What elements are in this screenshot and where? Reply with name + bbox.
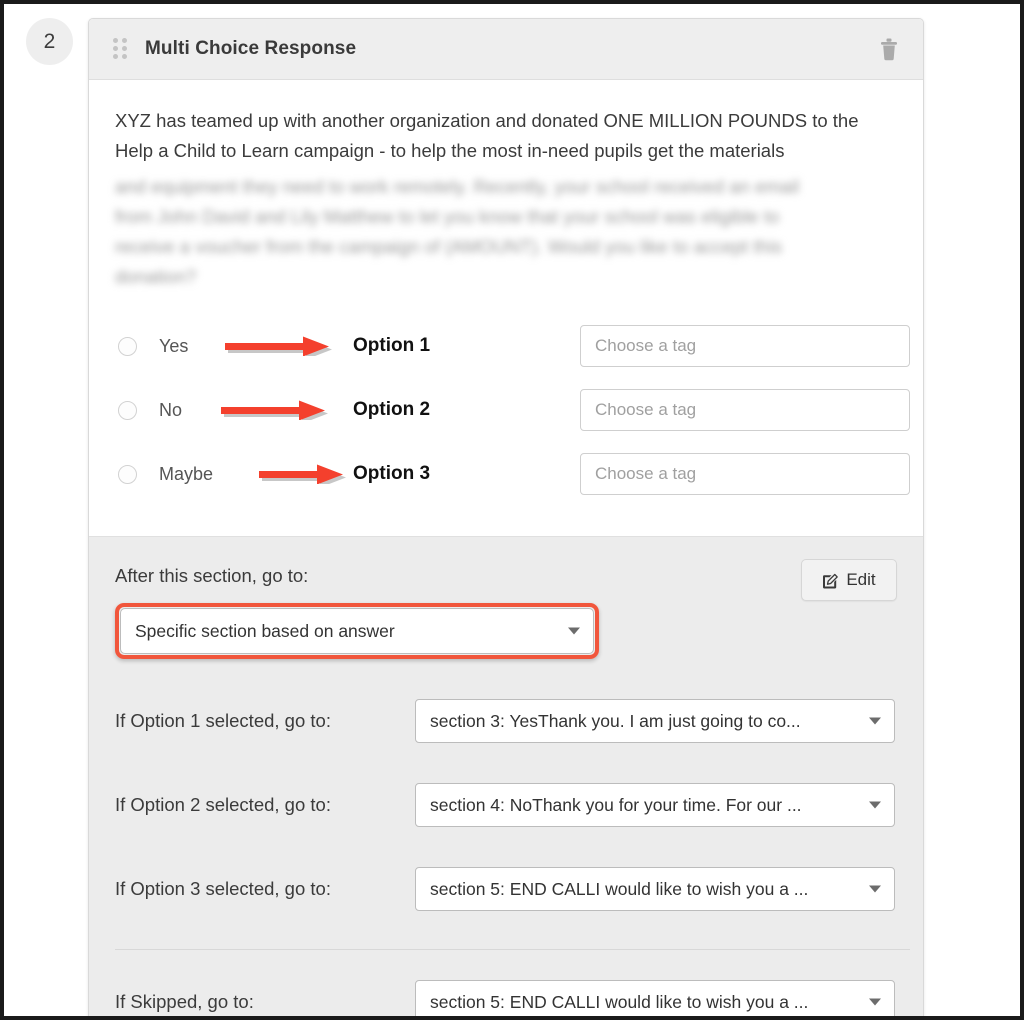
option-label-3: Maybe xyxy=(159,463,214,484)
radio-option-2[interactable] xyxy=(118,400,137,420)
condition-row-3: If Option 3 selected, go to: section 5: … xyxy=(115,867,897,911)
edit-button-label: Edit xyxy=(846,570,876,589)
chevron-down-icon xyxy=(869,717,881,725)
step-number-badge: 2 xyxy=(26,18,73,65)
question-text-blurred-1: and equipment they need to work remotely… xyxy=(115,176,800,197)
question-card: Multi Choice Response XYZ has teamed up … xyxy=(88,18,924,1016)
annotation-arrow-1 xyxy=(225,336,332,356)
card-title: Multi Choice Response xyxy=(145,38,357,59)
tag-placeholder-3: Choose a tag xyxy=(595,464,697,483)
condition-select-3[interactable]: section 5: END CALLI would like to wish … xyxy=(415,867,895,911)
radio-option-1[interactable] xyxy=(118,336,137,356)
condition-value-1: section 3: YesThank you. I am just going… xyxy=(430,710,801,731)
question-text: XYZ has teamed up with another organizat… xyxy=(115,110,859,161)
branch-mode-select-highlight: Specific section based on answer xyxy=(115,603,599,659)
tag-placeholder-2: Choose a tag xyxy=(595,400,697,419)
step-number: 2 xyxy=(43,29,56,53)
branch-mode-value: Specific section based on answer xyxy=(135,620,395,641)
drag-dots-icon[interactable] xyxy=(113,38,129,60)
chevron-down-icon xyxy=(869,801,881,809)
card-header: Multi Choice Response xyxy=(89,19,923,80)
chevron-down-icon xyxy=(869,998,881,1006)
tag-input-2[interactable]: Choose a tag xyxy=(580,389,910,431)
question-text-blurred-4: donation? xyxy=(115,266,197,287)
condition-row-2: If Option 2 selected, go to: section 4: … xyxy=(115,783,897,827)
option-label-1: Yes xyxy=(159,335,189,356)
skipped-label: If Skipped, go to: xyxy=(115,991,254,1012)
radio-option-3[interactable] xyxy=(118,464,137,484)
skipped-row: If Skipped, go to: section 5: END CALLI … xyxy=(115,980,897,1016)
condition-label-2: If Option 2 selected, go to: xyxy=(115,794,331,815)
question-body: XYZ has teamed up with another organizat… xyxy=(89,80,923,536)
divider xyxy=(115,949,910,950)
option-row: Yes Option 1 Choose a tag xyxy=(115,314,910,378)
logic-section: After this section, go to: Edit Specific… xyxy=(89,536,923,1016)
edit-button[interactable]: Edit xyxy=(801,559,897,601)
condition-row-1: If Option 1 selected, go to: section 3: … xyxy=(115,699,897,743)
annotation-arrow-2 xyxy=(221,400,328,420)
trash-icon[interactable] xyxy=(877,36,901,62)
skipped-select[interactable]: section 5: END CALLI would like to wish … xyxy=(415,980,895,1016)
condition-value-3: section 5: END CALLI would like to wish … xyxy=(430,878,809,899)
annotation-arrow-3 xyxy=(259,464,346,484)
option-label-2: No xyxy=(159,399,183,420)
option-callout-3: Option 3 xyxy=(353,463,431,484)
screenshot-frame: 2 Multi Choice Response XYZ has teamed u… xyxy=(0,0,1024,1020)
tag-input-3[interactable]: Choose a tag xyxy=(580,453,910,495)
condition-select-1[interactable]: section 3: YesThank you. I am just going… xyxy=(415,699,895,743)
tag-input-1[interactable]: Choose a tag xyxy=(580,325,910,367)
options-list: Yes Option 1 Choose a tag No Option 2 Ch… xyxy=(115,314,910,506)
question-text-blurred-3: receive a voucher from the campaign of (… xyxy=(115,236,782,257)
chevron-down-icon xyxy=(869,885,881,893)
question-text-blurred-2: from John David and Lily Matthew to let … xyxy=(115,206,780,227)
option-callout-1: Option 1 xyxy=(353,335,431,356)
condition-label-3: If Option 3 selected, go to: xyxy=(115,878,331,899)
branch-mode-select[interactable]: Specific section based on answer xyxy=(120,608,594,654)
condition-value-2: section 4: NoThank you for your time. Fo… xyxy=(430,794,802,815)
option-callout-2: Option 2 xyxy=(353,399,431,420)
trash-icon-svg xyxy=(881,38,897,60)
condition-label-1: If Option 1 selected, go to: xyxy=(115,710,331,731)
option-row: No Option 2 Choose a tag xyxy=(115,378,910,442)
condition-select-2[interactable]: section 4: NoThank you for your time. Fo… xyxy=(415,783,895,827)
chevron-down-icon xyxy=(568,627,580,635)
pencil-square-icon xyxy=(823,573,839,588)
tag-placeholder-1: Choose a tag xyxy=(595,336,697,355)
option-row: Maybe Option 3 Choose a tag xyxy=(115,442,910,506)
after-section-label: After this section, go to: xyxy=(115,565,309,586)
skipped-value: section 5: END CALLI would like to wish … xyxy=(430,991,809,1012)
